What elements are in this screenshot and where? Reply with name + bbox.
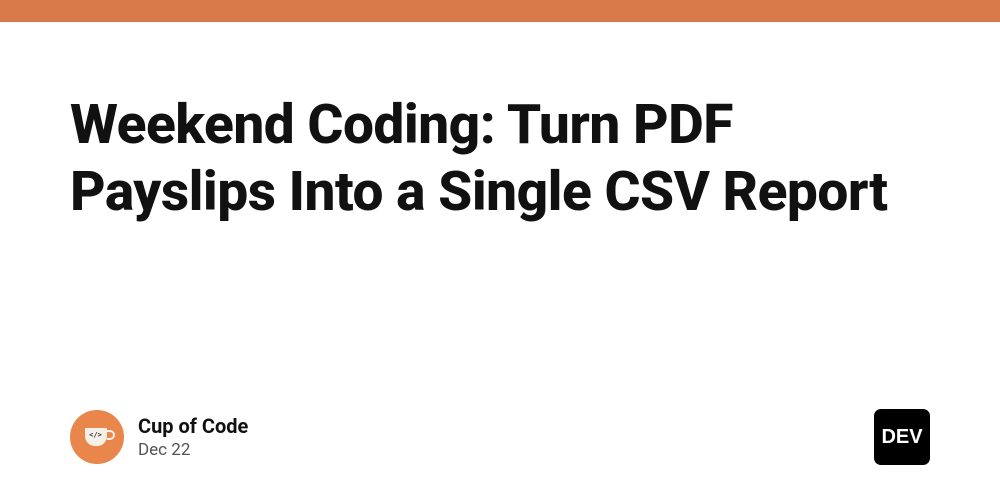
article-header: Weekend Coding: Turn PDF Payslips Into a…	[0, 22, 1000, 226]
author-block[interactable]: </> Cup of Code Dec 22	[70, 410, 248, 464]
article-footer: </> Cup of Code Dec 22 DEV	[70, 409, 930, 465]
article-title: Weekend Coding: Turn PDF Payslips Into a…	[70, 92, 930, 226]
platform-badge[interactable]: DEV	[874, 409, 930, 465]
platform-badge-label: DEV	[881, 426, 922, 449]
coffee-cup-icon: </>	[85, 428, 107, 446]
author-avatar: </>	[70, 410, 124, 464]
post-date: Dec 22	[138, 439, 248, 461]
author-info: Cup of Code Dec 22	[138, 413, 248, 461]
accent-top-bar	[0, 0, 1000, 22]
author-name: Cup of Code	[138, 413, 248, 439]
